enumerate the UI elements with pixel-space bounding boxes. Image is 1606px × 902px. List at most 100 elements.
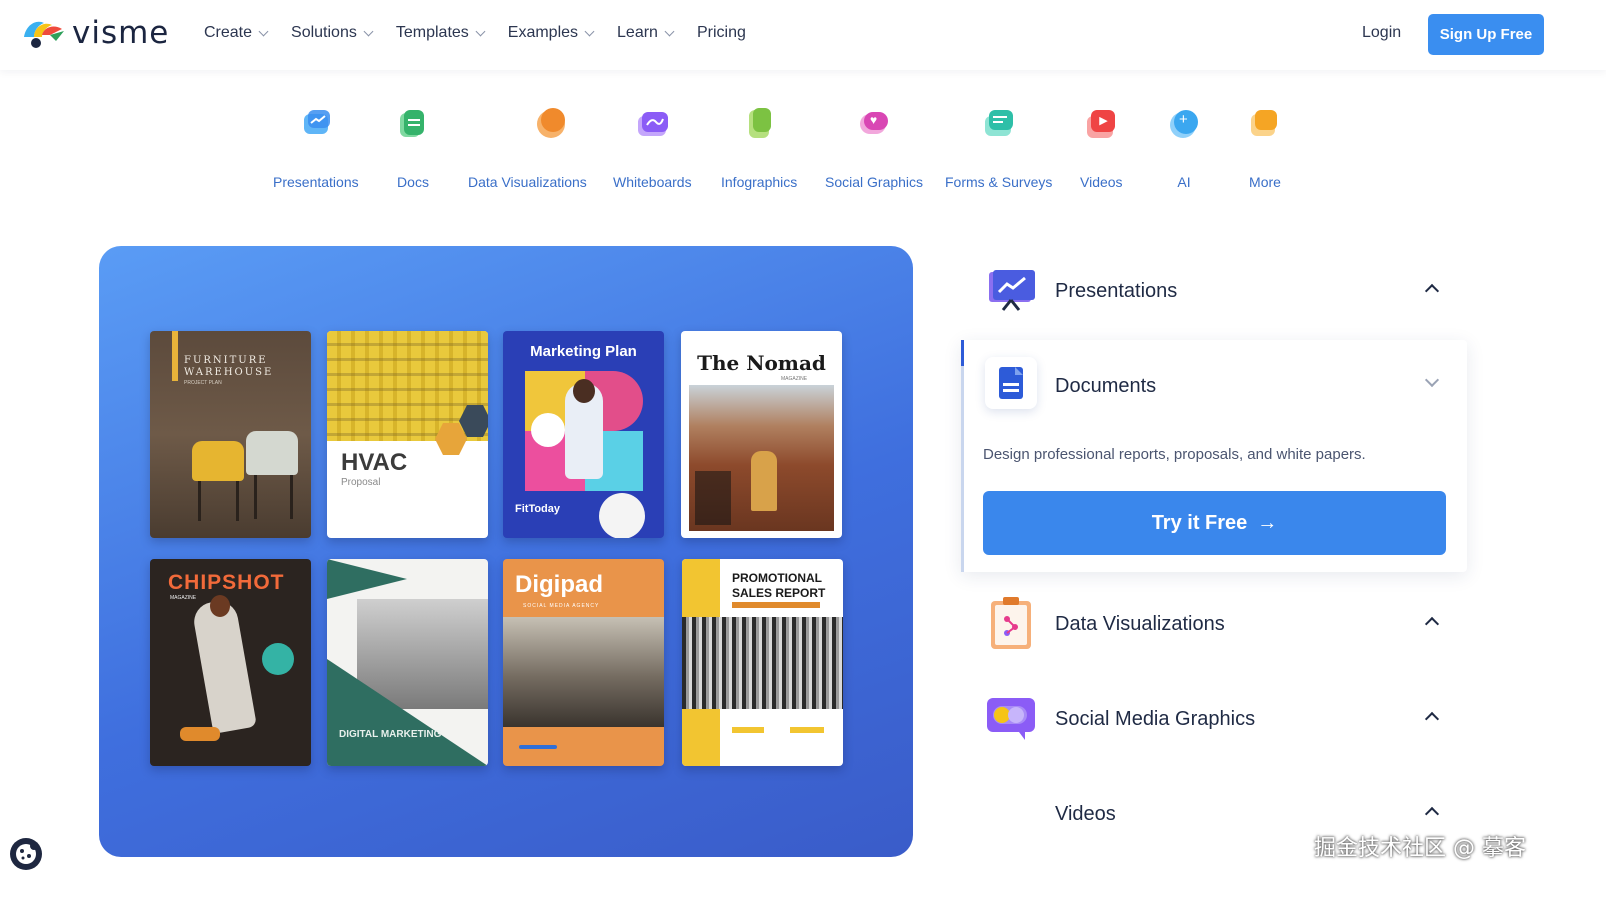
document-icon xyxy=(397,108,429,140)
category-data-visualizations[interactable]: Data Visualizations xyxy=(468,108,587,190)
cookie-settings-icon[interactable] xyxy=(10,838,42,870)
category-label: Whiteboards xyxy=(613,174,692,190)
category-forms-surveys[interactable]: Forms & Surveys xyxy=(945,108,1052,190)
digital-marketing-thumb[interactable]: DIGITAL MARKETING xyxy=(327,559,488,766)
chair-image xyxy=(246,431,298,475)
thumb-subtitle: Proposal xyxy=(341,477,381,488)
hvac-proposal-thumb[interactable]: HVAC Proposal xyxy=(327,331,488,538)
thumb-subtitle: SALES REPORT xyxy=(732,586,826,600)
chevron-up-icon xyxy=(1424,283,1440,299)
category-label: Infographics xyxy=(721,174,798,190)
accordion-documents[interactable]: Documents xyxy=(961,345,1467,425)
accordion-title: Videos xyxy=(1055,803,1116,825)
accordion-presentations[interactable]: Presentations xyxy=(961,250,1467,330)
more-icon xyxy=(1249,108,1281,140)
clothing-rack-image xyxy=(682,617,843,709)
thumb-subtitle: MAGAZINE xyxy=(781,376,808,382)
category-bar: Presentations Docs Data Visualizations W… xyxy=(0,108,1606,198)
menu-solutions-label: Solutions xyxy=(291,24,357,41)
thumb-title: PROMOTIONAL xyxy=(732,571,822,585)
accent-bar xyxy=(172,331,178,381)
flower-icon xyxy=(531,413,565,447)
ai-sparkle-icon: + xyxy=(1168,108,1200,140)
pie-chart-icon xyxy=(535,108,567,140)
menu-examples[interactable]: Examples xyxy=(507,24,595,42)
category-more[interactable]: More xyxy=(1249,108,1281,190)
top-navbar: visme Create Solutions Templates Example… xyxy=(0,0,1606,70)
menu-create[interactable]: Create xyxy=(204,24,269,42)
category-social-graphics[interactable]: ♥ Social Graphics xyxy=(825,108,923,190)
chevron-down-icon xyxy=(664,26,675,36)
presentation-chart-icon xyxy=(300,108,332,140)
try-it-free-button[interactable]: Try it Free → xyxy=(983,491,1446,555)
accordion-title: Data Visualizations xyxy=(1055,613,1225,635)
category-ai[interactable]: + AI xyxy=(1168,108,1200,190)
chevron-down-icon xyxy=(1424,372,1440,388)
try-it-free-label: Try it Free xyxy=(1151,511,1248,534)
video-icon: ▶ xyxy=(1085,108,1117,140)
chipshot-magazine-thumb[interactable]: CHIPSHOT MAGAZINE xyxy=(150,559,311,766)
arrow-right-icon: → xyxy=(1257,511,1278,534)
brand-name: visme xyxy=(72,15,170,51)
thumb-subtitle: WAREHOUSE xyxy=(184,367,274,378)
template-showcase-panel: FURNITURE WAREHOUSE PROJECT PLAN HVAC Pr… xyxy=(99,246,913,857)
sales-report-thumb[interactable]: PROMOTIONAL SALES REPORT xyxy=(682,559,843,766)
menu-create-label: Create xyxy=(204,24,253,41)
heart-chat-icon: ♥ xyxy=(858,108,890,140)
marketing-plan-thumb[interactable]: Marketing Plan FitToday xyxy=(503,331,664,538)
thumb-title: HVAC xyxy=(341,449,408,476)
thumb-title: FURNITURE xyxy=(184,355,268,366)
toggle-chat-icon xyxy=(985,692,1037,744)
digipad-thumb[interactable]: Digipad SOCIAL MEDIA AGENCY xyxy=(503,559,664,766)
menu-learn-label: Learn xyxy=(617,24,658,41)
category-label: AI xyxy=(1177,174,1191,190)
presentation-chart-icon xyxy=(985,266,1037,318)
menu-templates[interactable]: Templates xyxy=(396,24,486,42)
infographic-icon xyxy=(743,108,775,140)
menu-pricing[interactable]: Pricing xyxy=(697,24,746,42)
chair-image xyxy=(192,441,244,481)
menu-learn[interactable]: Learn xyxy=(617,24,675,42)
furniture-warehouse-thumb[interactable]: FURNITURE WAREHOUSE PROJECT PLAN xyxy=(150,331,311,538)
thumb-title: DIGITAL MARKETING xyxy=(339,729,442,740)
visme-logo-mark-icon xyxy=(20,15,66,51)
thumb-title: CHIPSHOT xyxy=(168,571,285,594)
sign-up-button[interactable]: Sign Up Free xyxy=(1428,14,1544,55)
thumb-subtitle: FitToday xyxy=(515,503,561,515)
thumb-small-text: PROJECT PLAN xyxy=(184,380,222,386)
thumb-title: Marketing Plan xyxy=(530,343,637,360)
basketball-player-image xyxy=(191,598,257,734)
accordion-social-media-graphics[interactable]: Social Media Graphics xyxy=(961,678,1467,758)
chevron-up-icon xyxy=(1424,711,1440,727)
clipboard-chart-icon xyxy=(985,595,1037,649)
document-icon xyxy=(985,357,1037,409)
hiker-image xyxy=(751,451,777,511)
chevron-up-icon xyxy=(1424,806,1440,822)
category-infographics[interactable]: Infographics xyxy=(721,108,797,190)
visme-logo[interactable]: visme xyxy=(20,15,169,51)
category-label: Data Visualizations xyxy=(468,174,587,190)
category-label: Presentations xyxy=(273,174,359,190)
documents-description: Design professional reports, proposals, … xyxy=(983,446,1366,463)
category-label: Docs xyxy=(397,174,429,190)
chevron-down-icon xyxy=(584,26,595,36)
menu-solutions[interactable]: Solutions xyxy=(291,24,374,42)
nomad-magazine-thumb[interactable]: The Nomad MAGAZINE xyxy=(681,331,842,538)
category-label: More xyxy=(1249,174,1281,190)
office-photo-image xyxy=(503,617,664,727)
category-presentations[interactable]: Presentations xyxy=(273,108,359,190)
category-docs[interactable]: Docs xyxy=(397,108,429,190)
main-menu: Create Solutions Templates Examples Lear… xyxy=(204,24,770,42)
category-whiteboards[interactable]: Whiteboards xyxy=(613,108,692,190)
thumb-title: The Nomad xyxy=(697,351,826,375)
category-videos[interactable]: ▶ Videos xyxy=(1080,108,1123,190)
login-link[interactable]: Login xyxy=(1362,24,1401,42)
whiteboard-icon xyxy=(636,108,669,140)
menu-examples-label: Examples xyxy=(507,24,579,41)
menu-pricing-label: Pricing xyxy=(696,24,746,41)
thumb-subtitle: MAGAZINE xyxy=(170,595,197,601)
thumb-title: Digipad xyxy=(515,571,603,598)
accordion-title: Social Media Graphics xyxy=(1055,708,1256,730)
accordion-data-visualizations[interactable]: Data Visualizations xyxy=(961,583,1467,663)
chevron-up-icon xyxy=(1424,616,1440,632)
